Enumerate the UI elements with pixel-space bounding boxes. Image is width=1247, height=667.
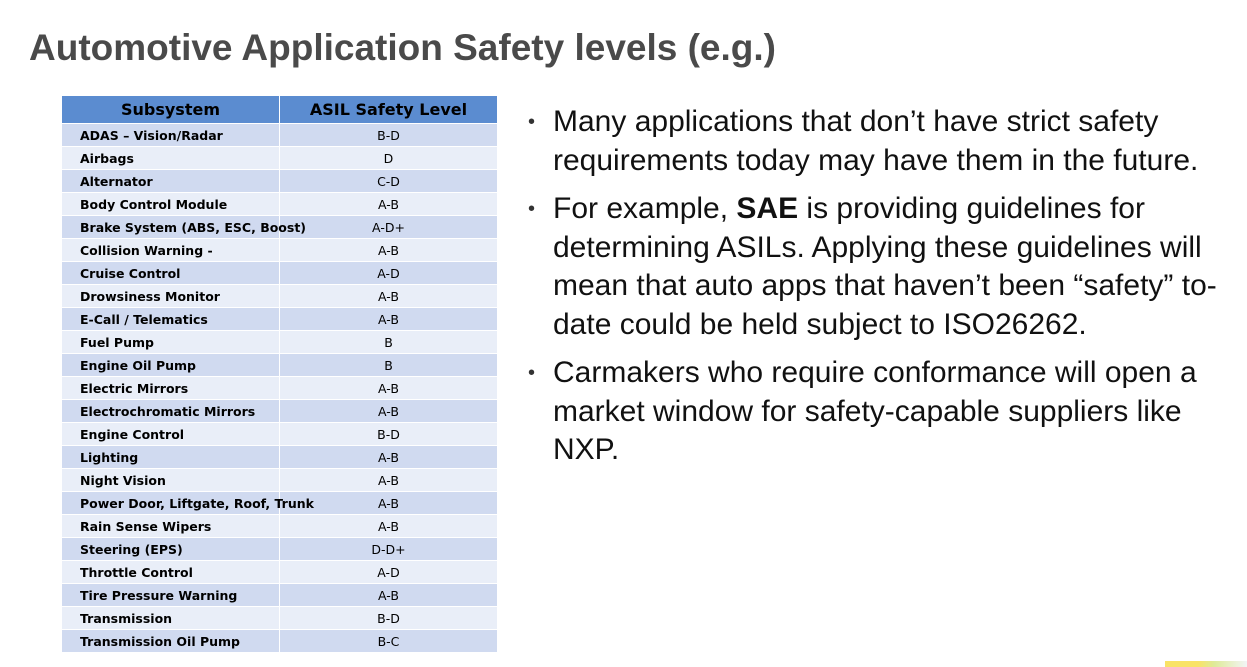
table-row: Body Control Module A-B — [61, 192, 498, 216]
subsystem-column-header: Subsystem — [61, 95, 280, 124]
subsystem-cell: Collision Warning - — [61, 238, 280, 262]
asil-level-cell: A-B — [279, 468, 498, 492]
table-row: Fuel Pump B — [61, 330, 498, 354]
asil-level-cell: B — [279, 330, 498, 354]
asil-level-column-header: ASIL Safety Level — [279, 95, 498, 124]
subsystem-cell: Night Vision — [61, 468, 280, 492]
bullet-marker: • — [528, 198, 536, 220]
table-row: Engine Control B-D — [61, 422, 498, 446]
table-row: Collision Warning - A-B — [61, 238, 498, 262]
asil-level-cell: A-D — [279, 261, 498, 285]
asil-level-cell: B-D — [279, 123, 498, 147]
table-row: Transmission Oil Pump B-C — [61, 629, 498, 653]
asil-level-cell: D — [279, 146, 498, 170]
table-row: Electrochromatic Mirrors A-B — [61, 399, 498, 423]
table-row: Tire Pressure Warning A-B — [61, 583, 498, 607]
asil-level-cell: A-B — [279, 445, 498, 469]
bullet-marker: • — [528, 362, 536, 384]
asil-level-cell: B-D — [279, 422, 498, 446]
slide-title: Automotive Application Safety levels (e.… — [29, 27, 776, 68]
table-row: Electric Mirrors A-B — [61, 376, 498, 400]
subsystem-cell: Lighting — [61, 445, 280, 469]
asil-level-cell: B — [279, 353, 498, 377]
subsystem-cell: E-Call / Telematics — [61, 307, 280, 331]
nxp-logo-fragment — [1165, 661, 1247, 667]
sae-emphasis: SAE — [736, 192, 799, 225]
asil-level-cell: D-D+ — [279, 537, 498, 561]
bullet-marker: • — [528, 111, 536, 133]
asil-level-cell: A-B — [279, 192, 498, 216]
table-row: Night Vision A-B — [61, 468, 498, 492]
table-row: Throttle Control A-D — [61, 560, 498, 584]
subsystem-cell: Fuel Pump — [61, 330, 280, 354]
bullet-item: • For example, SAE is providing guidelin… — [528, 190, 1228, 344]
subsystem-cell: Alternator — [61, 169, 280, 193]
asil-level-cell: A-B — [279, 238, 498, 262]
table-row: Steering (EPS) D-D+ — [61, 537, 498, 561]
subsystem-cell: Tire Pressure Warning — [61, 583, 280, 607]
asil-level-cell: A-B — [279, 376, 498, 400]
subsystem-cell: Body Control Module — [61, 192, 280, 216]
bullet-text-lead: For example, — [553, 192, 737, 225]
asil-level-cell: C-D — [279, 169, 498, 193]
subsystem-cell: Power Door, Liftgate, Roof, Trunk — [61, 491, 314, 515]
bullet-item: • Carmakers who require conformance will… — [528, 354, 1228, 470]
asil-table-body: ADAS – Vision/Radar B-D Airbags D Alternat… — [61, 123, 498, 653]
asil-level-cell: A-B — [279, 284, 498, 308]
table-row: Drowsiness Monitor A-B — [61, 284, 498, 308]
bullet-item: • Many applications that don’t have stri… — [528, 103, 1228, 180]
asil-level-cell: B-D — [279, 606, 498, 630]
subsystem-cell: ADAS – Vision/Radar — [61, 123, 280, 147]
subsystem-cell: Engine Control — [61, 422, 280, 446]
asil-level-cell: A-B — [279, 583, 498, 607]
subsystem-cell: Throttle Control — [61, 560, 280, 584]
table-row: Engine Oil Pump B — [61, 353, 498, 377]
subsystem-cell: Cruise Control — [61, 261, 280, 285]
subsystem-cell: Drowsiness Monitor — [61, 284, 280, 308]
asil-level-cell: A-B — [279, 399, 498, 423]
subsystem-cell: Steering (EPS) — [61, 537, 280, 561]
asil-table: Subsystem ASIL Safety Level ADAS – Visio… — [61, 95, 498, 653]
subsystem-cell: Electrochromatic Mirrors — [61, 399, 280, 423]
asil-level-cell: A-B — [279, 307, 498, 331]
table-row: Cruise Control A-D — [61, 261, 498, 285]
table-row: Alternator C-D — [61, 169, 498, 193]
asil-level-cell: A-D+ — [279, 215, 498, 239]
bullet-text: Many applications that don’t have strict… — [553, 105, 1199, 177]
table-row: Rain Sense Wipers A-B — [61, 514, 498, 538]
asil-level-cell: B-C — [279, 629, 498, 653]
table-row: ADAS – Vision/Radar B-D — [61, 123, 498, 147]
table-row: Power Door, Liftgate, Roof, Trunk A-B — [61, 491, 498, 515]
subsystem-cell: Transmission Oil Pump — [61, 629, 280, 653]
table-row: Brake System (ABS, ESC, Boost) A-D+ — [61, 215, 498, 239]
table-row: Airbags D — [61, 146, 498, 170]
asil-level-cell: A-B — [279, 514, 498, 538]
table-row: E-Call / Telematics A-B — [61, 307, 498, 331]
table-row: Transmission B-D — [61, 606, 498, 630]
subsystem-cell: Electric Mirrors — [61, 376, 280, 400]
bullet-text: Carmakers who require conformance will o… — [553, 356, 1197, 466]
subsystem-cell: Brake System (ABS, ESC, Boost) — [61, 215, 306, 239]
subsystem-cell: Rain Sense Wipers — [61, 514, 280, 538]
bullet-list: • Many applications that don’t have stri… — [528, 103, 1228, 480]
asil-level-cell: A-D — [279, 560, 498, 584]
subsystem-cell: Engine Oil Pump — [61, 353, 280, 377]
table-header-row: Subsystem ASIL Safety Level — [61, 95, 498, 124]
subsystem-cell: Airbags — [61, 146, 280, 170]
table-row: Lighting A-B — [61, 445, 498, 469]
subsystem-cell: Transmission — [61, 606, 280, 630]
